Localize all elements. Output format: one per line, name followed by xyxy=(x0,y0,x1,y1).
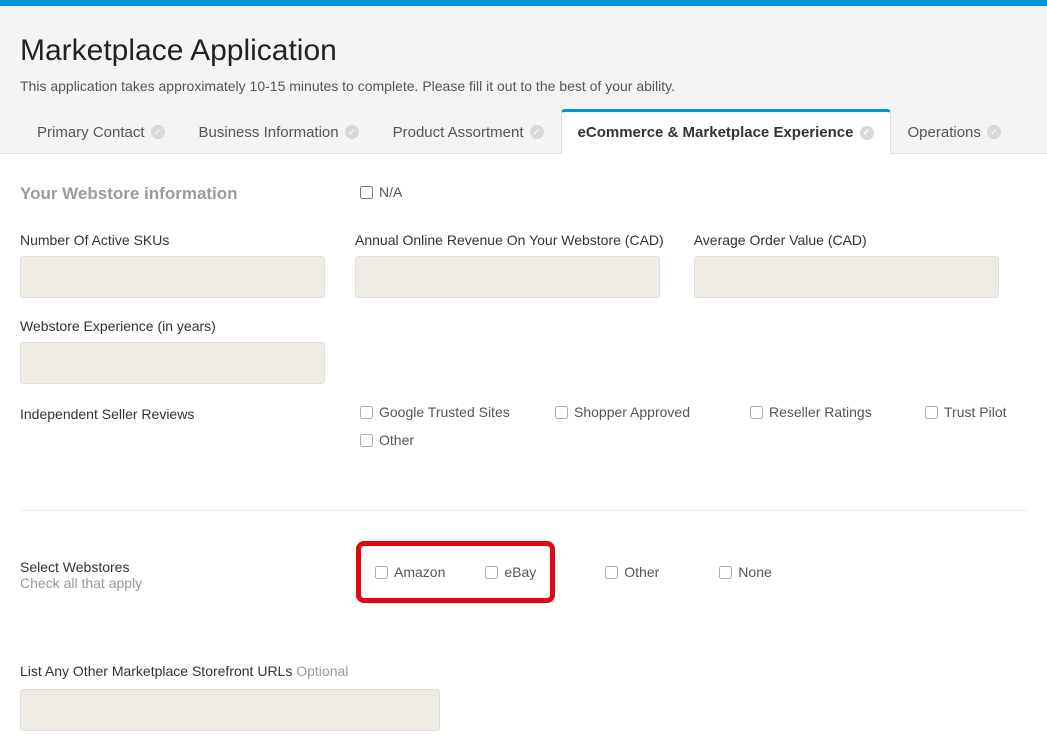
review-opt-shopper[interactable]: Shopper Approved xyxy=(555,404,750,420)
check-icon: ✓ xyxy=(345,125,359,139)
webstore-opt-other[interactable]: Other xyxy=(605,564,659,580)
check-icon: ✓ xyxy=(530,125,544,139)
tab-label: Product Assortment xyxy=(393,124,524,141)
tab-label: Business Information xyxy=(199,124,339,141)
review-checkbox-shopper[interactable] xyxy=(555,406,568,419)
active-skus-input[interactable] xyxy=(20,256,325,298)
webstores-group-sublabel: Check all that apply xyxy=(20,575,142,591)
field-row-2: Webstore Experience (in years) xyxy=(20,318,1027,384)
webstores-group-label: Select Webstores Check all that apply xyxy=(20,541,360,591)
webstores-options: Amazon eBay Other None xyxy=(360,541,772,603)
tab-operations[interactable]: Operations ✓ xyxy=(891,109,1018,154)
review-opt-other[interactable]: Other xyxy=(360,432,1027,448)
review-opt-google[interactable]: Google Trusted Sites xyxy=(360,404,555,420)
section-title: Your Webstore information xyxy=(20,184,360,204)
tab-primary-contact[interactable]: Primary Contact ✓ xyxy=(20,109,182,154)
experience-label: Webstore Experience (in years) xyxy=(20,318,325,334)
tab-bar: Primary Contact ✓ Business Information ✓… xyxy=(0,108,1047,154)
field-revenue: Annual Online Revenue On Your Webstore (… xyxy=(355,232,664,298)
review-checkbox-other[interactable] xyxy=(360,434,373,447)
webstore-checkbox-other[interactable] xyxy=(605,566,618,579)
tab-business-information[interactable]: Business Information ✓ xyxy=(182,109,376,154)
page-subtitle: This application takes approximately 10-… xyxy=(20,78,1027,94)
check-icon: ✓ xyxy=(151,125,165,139)
webstore-opt-ebay[interactable]: eBay xyxy=(485,564,536,580)
reviews-group-label: Independent Seller Reviews xyxy=(20,404,360,422)
tab-label: Primary Contact xyxy=(37,124,145,141)
url-field-label: List Any Other Marketplace Storefront UR… xyxy=(20,663,1027,679)
active-skus-label: Number Of Active SKUs xyxy=(20,232,325,248)
webstore-checkbox-amazon[interactable] xyxy=(375,566,388,579)
webstore-opt-none[interactable]: None xyxy=(719,564,771,580)
webstore-checkbox-none[interactable] xyxy=(719,566,732,579)
review-checkbox-reseller[interactable] xyxy=(750,406,763,419)
review-checkbox-trustpilot[interactable] xyxy=(925,406,938,419)
revenue-input[interactable] xyxy=(355,256,660,298)
review-checkbox-google[interactable] xyxy=(360,406,373,419)
avg-order-input[interactable] xyxy=(694,256,999,298)
na-checkbox[interactable] xyxy=(360,186,373,199)
revenue-label: Annual Online Revenue On Your Webstore (… xyxy=(355,232,664,248)
review-opt-reseller[interactable]: Reseller Ratings xyxy=(750,404,925,420)
webstores-group: Select Webstores Check all that apply Am… xyxy=(20,541,1027,603)
avg-order-label: Average Order Value (CAD) xyxy=(694,232,999,248)
tab-product-assortment[interactable]: Product Assortment ✓ xyxy=(376,109,561,154)
highlight-box: Amazon eBay xyxy=(356,541,555,603)
optional-label: Optional xyxy=(296,663,348,679)
url-input[interactable] xyxy=(20,689,440,731)
webstore-opt-amazon[interactable]: Amazon xyxy=(375,564,445,580)
reviews-group: Independent Seller Reviews Google Truste… xyxy=(20,404,1027,460)
field-avg-order: Average Order Value (CAD) xyxy=(694,232,999,298)
check-icon: ✓ xyxy=(860,126,874,140)
experience-input[interactable] xyxy=(20,342,325,384)
tab-label: eCommerce & Marketplace Experience xyxy=(578,124,854,141)
webstore-checkbox-ebay[interactable] xyxy=(485,566,498,579)
page-container: Marketplace Application This application… xyxy=(0,6,1047,751)
field-row-1: Number Of Active SKUs Annual Online Reve… xyxy=(20,232,1027,298)
na-label: N/A xyxy=(379,184,402,200)
field-experience: Webstore Experience (in years) xyxy=(20,318,325,384)
field-active-skus: Number Of Active SKUs xyxy=(20,232,325,298)
tab-content: Your Webstore information N/A Number Of … xyxy=(0,154,1047,751)
url-section: List Any Other Marketplace Storefront UR… xyxy=(20,663,1027,731)
page-title: Marketplace Application xyxy=(20,34,1027,68)
page-header: Marketplace Application This application… xyxy=(0,6,1047,108)
na-checkbox-wrap[interactable]: N/A xyxy=(360,184,402,200)
reviews-options: Google Trusted Sites Shopper Approved Re… xyxy=(360,404,1027,460)
tab-label: Operations xyxy=(908,124,981,141)
tab-ecommerce-experience[interactable]: eCommerce & Marketplace Experience ✓ xyxy=(561,109,891,154)
check-icon: ✓ xyxy=(987,125,1001,139)
review-opt-trustpilot[interactable]: Trust Pilot xyxy=(925,404,1025,420)
webstore-info-header: Your Webstore information N/A xyxy=(20,184,1027,204)
section-divider xyxy=(20,510,1027,511)
